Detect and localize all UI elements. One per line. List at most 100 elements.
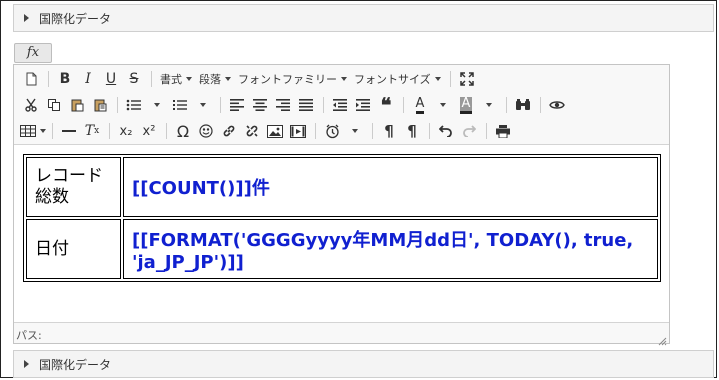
record-label-line2: 総数 xyxy=(35,187,69,207)
section-title: 国際化データ xyxy=(39,11,112,26)
superscript-button[interactable]: x² xyxy=(138,120,160,142)
strikethrough-button[interactable]: S xyxy=(123,68,145,90)
resize-grip-icon[interactable] xyxy=(657,331,667,346)
font-size-dropdown[interactable]: フォントサイズ xyxy=(351,68,444,90)
separator xyxy=(506,97,507,113)
copy-icon[interactable] xyxy=(43,94,65,116)
new-page-icon[interactable] xyxy=(20,68,42,90)
chevron-down-icon xyxy=(186,77,192,81)
redo-icon[interactable] xyxy=(458,120,480,142)
chevron-down-icon xyxy=(434,77,441,81)
styles-dropdown[interactable]: 書式 xyxy=(157,68,195,90)
separator xyxy=(323,97,324,113)
rich-text-editor: B I U S 書式 段落 フォントファミリー フォントサイズ ❝ A A T … xyxy=(13,64,670,346)
indent-icon[interactable] xyxy=(352,94,374,116)
special-character-button[interactable]: Ω xyxy=(172,120,194,142)
chevron-down-icon xyxy=(486,103,492,107)
numbered-list-options[interactable] xyxy=(192,94,214,116)
chevron-down-icon xyxy=(40,129,46,133)
section-title: 国際化データ xyxy=(39,357,112,372)
section-header-i18n-top[interactable]: 国際化データ xyxy=(13,4,714,32)
horizontal-rule-icon[interactable] xyxy=(58,120,80,142)
align-left-icon[interactable] xyxy=(226,94,248,116)
expand-arrow-icon xyxy=(24,360,29,368)
toolbar-row-2: ❝ A A xyxy=(20,93,569,117)
smiley-icon[interactable] xyxy=(195,120,217,142)
separator xyxy=(220,97,221,113)
separator xyxy=(429,123,430,139)
rtl-direction-icon[interactable]: ¶ xyxy=(401,120,423,142)
toolbar-row-1: B I U S 書式 段落 フォントファミリー フォントサイズ xyxy=(20,67,479,91)
font-size-label: フォントサイズ xyxy=(354,73,431,86)
link-icon[interactable] xyxy=(218,120,240,142)
separator xyxy=(117,97,118,113)
outdent-icon[interactable] xyxy=(329,94,351,116)
formula-button[interactable]: fx xyxy=(14,43,52,63)
text-color-icon: A xyxy=(415,96,425,114)
maximize-icon[interactable] xyxy=(456,68,478,90)
table-cell-value[interactable]: [[FORMAT('GGGGyyyy年MM月dd日', TODAY(), tru… xyxy=(123,219,658,279)
blockquote-icon[interactable]: ❝ xyxy=(375,93,397,117)
chevron-down-icon xyxy=(352,129,358,133)
datetime-options[interactable] xyxy=(344,120,366,142)
chevron-down-icon xyxy=(440,103,446,107)
separator xyxy=(52,123,53,139)
insert-datetime-icon[interactable] xyxy=(321,120,343,142)
separator xyxy=(372,123,373,139)
separator xyxy=(540,97,541,113)
table-row: 日付 [[FORMAT('GGGGyyyy年MM月dd日', TODAY(), … xyxy=(26,219,658,279)
expand-arrow-icon xyxy=(24,14,29,22)
paste-text-icon[interactable] xyxy=(89,94,111,116)
count-expression: [[COUNT()]]件 xyxy=(132,178,270,199)
table-cell-label[interactable]: レコード 総数 xyxy=(26,157,121,217)
editor-content-area[interactable]: レコード 総数 [[COUNT()]]件 日付 [[FORMAT('GGGGyyy… xyxy=(14,144,669,323)
separator xyxy=(403,97,404,113)
image-icon[interactable] xyxy=(264,120,286,142)
paste-icon[interactable] xyxy=(66,94,88,116)
text-color-button[interactable]: A xyxy=(409,94,431,116)
separator xyxy=(486,123,487,139)
remove-format-icon[interactable]: Tx xyxy=(81,120,103,142)
font-family-label: フォントファミリー xyxy=(238,73,337,86)
cut-icon[interactable] xyxy=(20,94,42,116)
paragraph-format-dropdown[interactable]: 段落 xyxy=(196,68,234,90)
background-color-options[interactable] xyxy=(478,94,500,116)
styles-label: 書式 xyxy=(160,73,182,86)
separator xyxy=(449,71,451,87)
undo-icon[interactable] xyxy=(435,120,457,142)
background-color-button[interactable]: A xyxy=(455,94,477,116)
chevron-down-icon xyxy=(341,77,347,81)
table-cell-value[interactable]: [[COUNT()]]件 xyxy=(123,157,658,217)
separator xyxy=(48,71,49,87)
print-icon[interactable] xyxy=(492,120,514,142)
date-expression: [[FORMAT('GGGGyyyy年MM月dd日', TODAY(), tru… xyxy=(132,229,634,273)
table-icon[interactable] xyxy=(20,120,46,142)
separator xyxy=(166,123,167,139)
content-table[interactable]: レコード 総数 [[COUNT()]]件 日付 [[FORMAT('GGGGyyy… xyxy=(23,154,661,282)
separator xyxy=(109,123,110,139)
bulleted-list-icon[interactable] xyxy=(123,94,145,116)
italic-button[interactable]: I xyxy=(77,68,99,90)
align-center-icon[interactable] xyxy=(249,94,271,116)
section-header-i18n-bottom[interactable]: 国際化データ xyxy=(13,350,714,378)
align-right-icon[interactable] xyxy=(272,94,294,116)
unlink-icon[interactable] xyxy=(241,120,263,142)
numbered-list-icon[interactable] xyxy=(169,94,191,116)
chevron-down-icon xyxy=(225,77,231,81)
justify-icon[interactable] xyxy=(295,94,317,116)
subscript-button[interactable]: x₂ xyxy=(115,120,137,142)
underline-button[interactable]: U xyxy=(100,68,122,90)
find-icon[interactable] xyxy=(512,94,534,116)
media-embed-icon[interactable] xyxy=(287,120,309,142)
element-path-label: パス: xyxy=(16,329,42,342)
separator xyxy=(315,123,316,139)
preview-icon[interactable] xyxy=(546,94,568,116)
table-cell-label[interactable]: 日付 xyxy=(26,219,121,279)
text-color-options[interactable] xyxy=(432,94,454,116)
ltr-direction-icon[interactable]: ¶ xyxy=(378,120,400,142)
date-label: 日付 xyxy=(35,238,69,259)
bold-button[interactable]: B xyxy=(54,68,76,90)
bulleted-list-options[interactable] xyxy=(146,94,168,116)
font-family-dropdown[interactable]: フォントファミリー xyxy=(235,68,350,90)
paragraph-label: 段落 xyxy=(199,73,221,86)
